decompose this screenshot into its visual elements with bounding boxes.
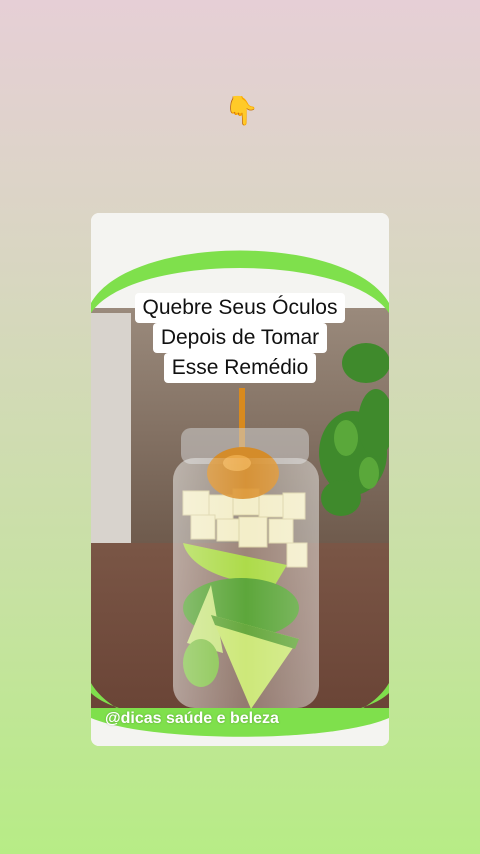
account-handle[interactable]: @dicas saúde e beleza: [105, 710, 279, 728]
headline: Quebre Seus Óculos Depois de Tomar Esse …: [91, 293, 389, 383]
headline-line-2: Depois de Tomar: [152, 323, 328, 353]
post-card[interactable]: Quebre Seus Óculos Depois de Tomar Esse …: [91, 213, 389, 746]
headline-line-3: Esse Remédio: [163, 353, 317, 383]
headline-line-1: Quebre Seus Óculos: [134, 293, 346, 323]
pointing-down-hand-icon: 👇: [224, 94, 259, 127]
